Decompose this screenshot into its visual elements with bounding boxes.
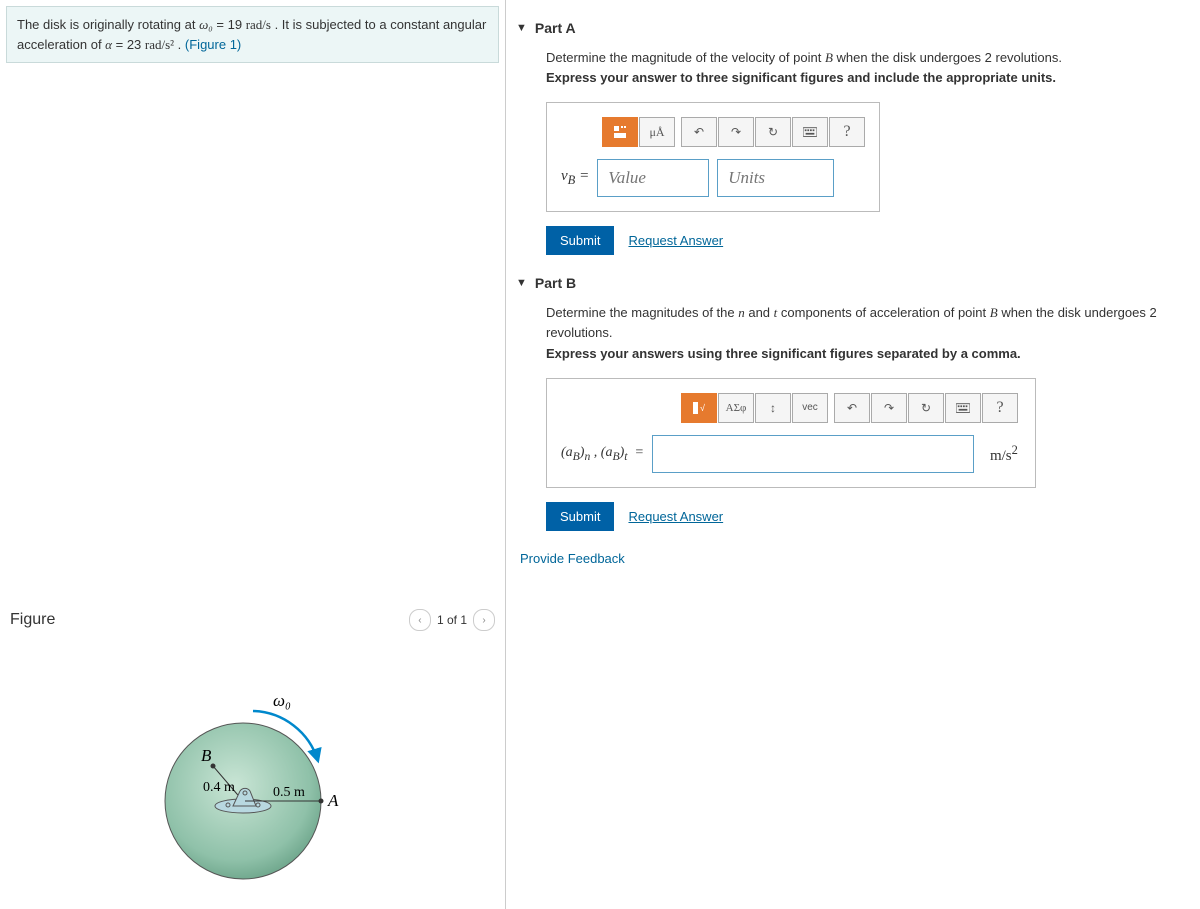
symbols-button[interactable]: ΑΣφ xyxy=(718,393,754,423)
text: . xyxy=(174,37,185,52)
units-input[interactable] xyxy=(717,159,834,197)
keyboard-button[interactable] xyxy=(792,117,828,147)
omega-var: ω₀ xyxy=(199,17,213,32)
submit-button[interactable]: Submit xyxy=(546,502,614,531)
radius-b-label: 0.4 m xyxy=(203,780,235,795)
keyboard-button[interactable] xyxy=(945,393,981,423)
redo-button[interactable]: ↷ xyxy=(718,117,754,147)
help-button[interactable]: ? xyxy=(829,117,865,147)
help-button[interactable]: ? xyxy=(982,393,1018,423)
fraction-button[interactable]: ↕ xyxy=(755,393,791,423)
figure-diagram: ω₀ B 0.4 m 0.5 m A xyxy=(10,631,495,904)
svg-text:√: √ xyxy=(700,403,705,413)
part-b-answer-panel: √ ΑΣφ ↕ vec ↶ ↷ ↻ ? (aB)n , (aB)t = xyxy=(546,378,1036,488)
text: rad/s² xyxy=(145,37,174,52)
text: = 23 xyxy=(112,37,145,52)
provide-feedback-link[interactable]: Provide Feedback xyxy=(520,551,625,566)
collapse-icon: ▼ xyxy=(516,277,527,289)
undo-button[interactable]: ↶ xyxy=(834,393,870,423)
redo-button[interactable]: ↷ xyxy=(871,393,907,423)
problem-statement: The disk is originally rotating at ω₀ = … xyxy=(6,6,499,63)
figure-title: Figure xyxy=(10,611,55,629)
part-a-title: Part A xyxy=(535,20,576,36)
templates-button[interactable] xyxy=(602,117,638,147)
reset-button[interactable]: ↻ xyxy=(755,117,791,147)
point-b-label: B xyxy=(201,746,212,765)
submit-button[interactable]: Submit xyxy=(546,226,614,255)
figure-counter: 1 of 1 xyxy=(437,613,467,627)
unit-suffix: m/s2 xyxy=(990,443,1018,465)
part-a-header[interactable]: ▼ Part A xyxy=(516,20,1190,36)
value-input[interactable] xyxy=(597,159,709,197)
request-answer-link[interactable]: Request Answer xyxy=(628,509,723,524)
omega-label: ω₀ xyxy=(273,691,291,710)
request-answer-link[interactable]: Request Answer xyxy=(628,233,723,248)
answer-input[interactable] xyxy=(652,435,974,473)
next-figure-button[interactable]: › xyxy=(473,609,495,631)
ab-label: (aB)n , (aB)t = xyxy=(561,445,644,463)
figure-nav: ‹ 1 of 1 › xyxy=(409,609,495,631)
part-b-title: Part B xyxy=(535,275,576,291)
radius-a-label: 0.5 m xyxy=(273,785,305,800)
part-a-answer-panel: μÅ ↶ ↷ ↻ ? vB = xyxy=(546,102,880,212)
templates-button[interactable]: √ xyxy=(681,393,717,423)
collapse-icon: ▼ xyxy=(516,22,527,34)
text: = 19 xyxy=(213,17,246,32)
point-a-label: A xyxy=(327,791,339,810)
vb-label: vB = xyxy=(561,168,589,188)
text: rad/s xyxy=(246,17,271,32)
part-a-question: Determine the magnitude of the velocity … xyxy=(546,48,1190,88)
text: The disk is originally rotating at xyxy=(17,17,199,32)
prev-figure-button[interactable]: ‹ xyxy=(409,609,431,631)
reset-button[interactable]: ↻ xyxy=(908,393,944,423)
undo-button[interactable]: ↶ xyxy=(681,117,717,147)
part-b-header[interactable]: ▼ Part B xyxy=(516,275,1190,291)
vec-button[interactable]: vec xyxy=(792,393,828,423)
part-b-question: Determine the magnitudes of the n and t … xyxy=(546,303,1190,363)
units-button[interactable]: μÅ xyxy=(639,117,675,147)
figure-link[interactable]: (Figure 1) xyxy=(185,37,241,52)
alpha-var: α xyxy=(105,37,112,52)
